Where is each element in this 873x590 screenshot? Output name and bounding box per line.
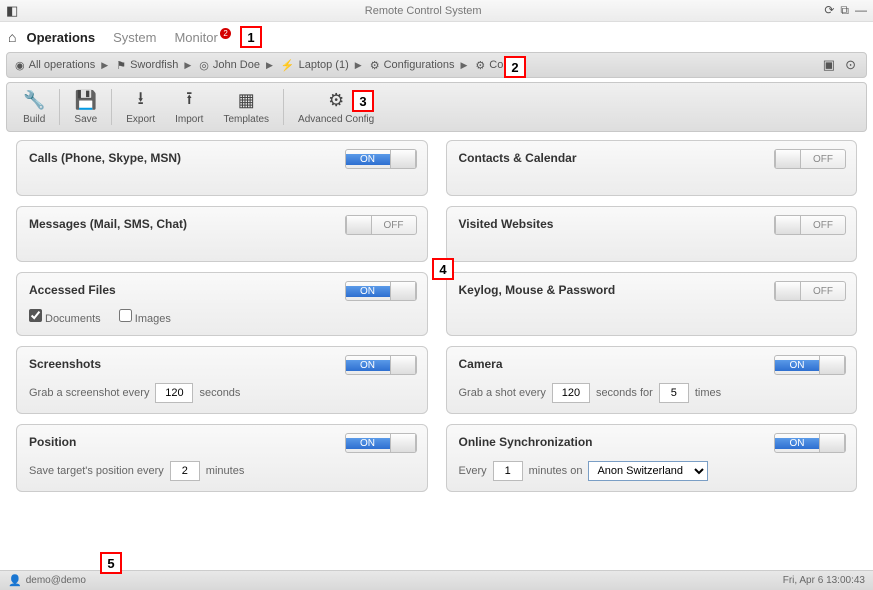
crumb-configurations[interactable]: Configurations bbox=[384, 59, 455, 71]
card-contacts: Contacts & Calendar ON OFF bbox=[446, 140, 858, 196]
card-sync: Online Synchronization ON OFF Every minu… bbox=[446, 424, 858, 492]
monitor-badge: 2 bbox=[220, 28, 231, 39]
title-bar: ◧ Remote Control System ⟳ ⧉ — bbox=[0, 0, 873, 22]
save-icon: 💾 bbox=[75, 90, 97, 112]
build-button[interactable]: 🔧 Build bbox=[13, 90, 55, 125]
card-camera: Camera ON OFF Grab a shot every seconds … bbox=[446, 346, 858, 414]
gear-icon: ⚙ bbox=[475, 59, 485, 72]
camera-interval-input[interactable] bbox=[552, 383, 590, 403]
user-icon: 👤 bbox=[8, 574, 22, 587]
gear-icon: ⚙ bbox=[370, 59, 380, 72]
toggle-contacts[interactable]: ON OFF bbox=[774, 149, 846, 169]
sync-interval-input[interactable] bbox=[493, 461, 523, 481]
card-keylog: Keylog, Mouse & Password ON OFF bbox=[446, 272, 858, 336]
toggle-messages[interactable]: ON OFF bbox=[345, 215, 417, 235]
sync-server-select[interactable]: Anon Switzerland bbox=[588, 461, 708, 481]
card-calls: Calls (Phone, Skype, MSN) ON OFF bbox=[16, 140, 428, 196]
toggle-position[interactable]: ON OFF bbox=[345, 433, 417, 453]
checkbox-images[interactable]: Images bbox=[119, 309, 171, 325]
toggle-camera[interactable]: ON OFF bbox=[774, 355, 846, 375]
status-bar: 👤 demo@demo Fri, Apr 6 13:00:43 bbox=[0, 570, 873, 590]
crumb-all-operations[interactable]: All operations bbox=[29, 59, 96, 71]
import-button[interactable]: ⭱ Import bbox=[165, 90, 213, 125]
crumb-swordfish[interactable]: Swordfish bbox=[130, 59, 178, 71]
window-controls: ⟳ ⧉ — bbox=[824, 3, 867, 18]
crumb-john-doe[interactable]: John Doe bbox=[213, 59, 260, 71]
gears-icon: ⚙ bbox=[328, 90, 344, 112]
card-messages: Messages (Mail, SMS, Chat) ON OFF bbox=[16, 206, 428, 262]
target-icon: ◎ bbox=[199, 59, 209, 72]
tab-operations[interactable]: Operations bbox=[26, 30, 95, 45]
card-screenshots: Screenshots ON OFF Grab a screenshot eve… bbox=[16, 346, 428, 414]
chevron-right-icon: ▶ bbox=[266, 60, 273, 71]
bolt-icon: ⚡ bbox=[281, 59, 295, 72]
toggle-screenshots[interactable]: ON OFF bbox=[345, 355, 417, 375]
image-icon[interactable]: ▣ bbox=[823, 57, 835, 73]
card-files: Accessed Files ON OFF Documents Images bbox=[16, 272, 428, 336]
position-interval-input[interactable] bbox=[170, 461, 200, 481]
toggle-files[interactable]: ON OFF bbox=[345, 281, 417, 301]
camera-times-input[interactable] bbox=[659, 383, 689, 403]
toggle-calls[interactable]: ON OFF bbox=[345, 149, 417, 169]
breadcrumb: ◉ All operations ▶ ⚑ Swordfish ▶ ◎ John … bbox=[6, 52, 867, 78]
card-position: Position ON OFF Save target's position e… bbox=[16, 424, 428, 492]
screenshot-interval-input[interactable] bbox=[155, 383, 193, 403]
main-tabs: ⌂ Operations System Monitor 2 bbox=[0, 22, 873, 52]
home-icon[interactable]: ⌂ bbox=[8, 29, 16, 45]
chevron-right-icon: ▶ bbox=[184, 60, 191, 71]
chevron-right-icon: ▶ bbox=[461, 60, 468, 71]
card-visited: Visited Websites ON OFF bbox=[446, 206, 858, 262]
minimize-icon[interactable]: — bbox=[855, 3, 867, 18]
chevron-right-icon: ▶ bbox=[101, 60, 108, 71]
templates-icon: ▦ bbox=[238, 90, 255, 112]
chevron-right-icon: ▶ bbox=[355, 60, 362, 71]
window-title: Remote Control System bbox=[22, 5, 824, 17]
globe-icon[interactable]: ◉ bbox=[15, 59, 25, 72]
settings-icon[interactable]: ⊙ bbox=[845, 57, 856, 73]
config-grid: Calls (Phone, Skype, MSN) ON OFF Contact… bbox=[0, 140, 873, 492]
app-icon: ◧ bbox=[6, 3, 22, 19]
toggle-sync[interactable]: ON OFF bbox=[774, 433, 846, 453]
templates-button[interactable]: ▦ Templates bbox=[213, 90, 279, 125]
advanced-config-button[interactable]: ⚙ Advanced Config bbox=[288, 90, 384, 125]
refresh-icon[interactable]: ⟳ bbox=[824, 3, 834, 18]
toolbar: 🔧 Build 💾 Save ⭳ Export ⭱ Import ▦ Templ… bbox=[6, 82, 867, 132]
flag-icon: ⚑ bbox=[116, 59, 126, 72]
crumb-config[interactable]: Config bbox=[489, 59, 521, 71]
crumb-laptop[interactable]: Laptop (1) bbox=[299, 59, 349, 71]
status-datetime: Fri, Apr 6 13:00:43 bbox=[783, 575, 865, 586]
tab-system[interactable]: System bbox=[113, 30, 156, 45]
checkbox-documents[interactable]: Documents bbox=[29, 309, 101, 325]
maximize-icon[interactable]: ⧉ bbox=[840, 3, 849, 18]
tab-monitor[interactable]: Monitor bbox=[174, 30, 217, 45]
export-button[interactable]: ⭳ Export bbox=[116, 90, 165, 125]
toggle-keylog[interactable]: ON OFF bbox=[774, 281, 846, 301]
toggle-visited[interactable]: ON OFF bbox=[774, 215, 846, 235]
save-button[interactable]: 💾 Save bbox=[64, 90, 107, 125]
export-icon: ⭳ bbox=[138, 90, 144, 112]
import-icon: ⭱ bbox=[186, 90, 192, 112]
status-user: demo@demo bbox=[26, 575, 86, 586]
wrench-icon: 🔧 bbox=[23, 90, 45, 112]
